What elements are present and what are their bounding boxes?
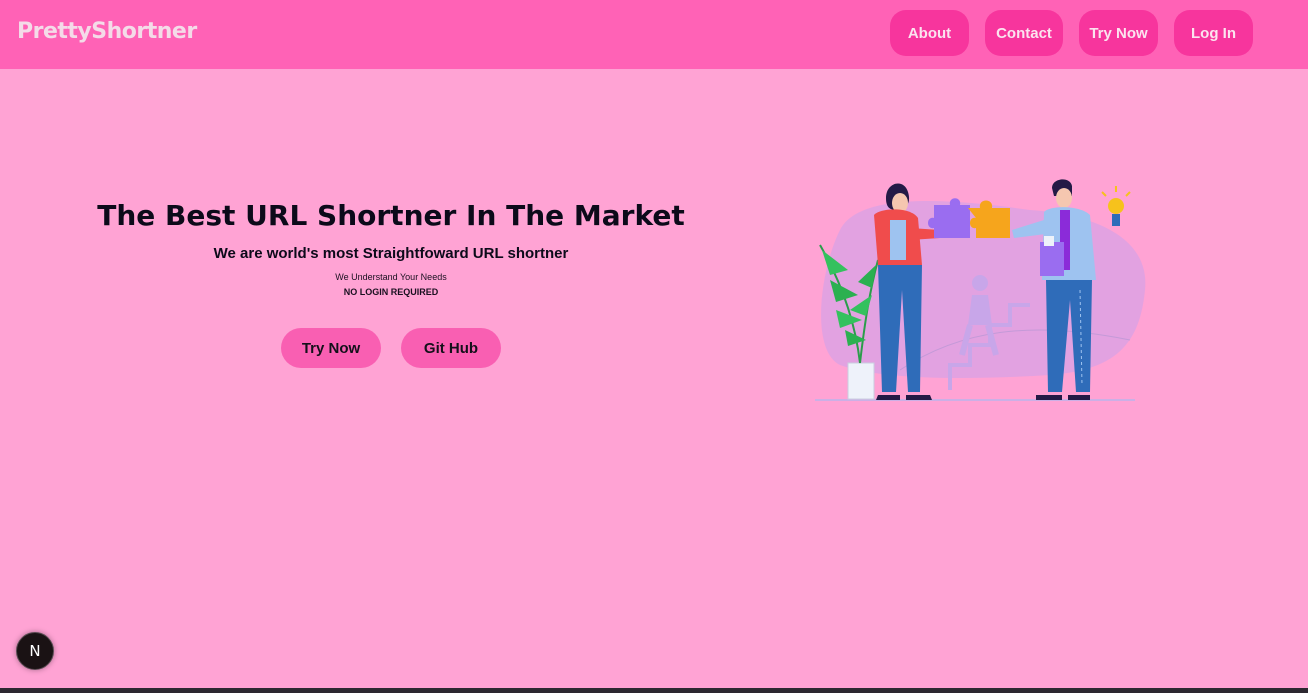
navbar: PrettyShortner About Contact Try Now Log… [0,0,1308,69]
teamwork-puzzle-illustration [815,179,1146,401]
brand-logo[interactable]: PrettyShortner [17,19,197,44]
github-button[interactable]: Git Hub [401,328,501,368]
hero-title: The Best URL Shortner In The Market [97,199,685,232]
nav-try-now-button[interactable]: Try Now [1079,10,1158,56]
hero-note: NO LOGIN REQUIRED [343,287,439,297]
nav-login-button[interactable]: Log In [1174,10,1253,56]
hero-tagline: We Understand Your Needs [335,272,447,282]
badge-letter: N [29,642,41,660]
window-bottom-edge [0,688,1308,693]
nav-contact-button[interactable]: Contact [985,10,1063,56]
nextjs-dev-badge[interactable]: N [16,632,54,670]
try-now-button[interactable]: Try Now [281,328,381,368]
nav-about-button[interactable]: About [890,10,969,56]
hero-subtitle: We are world's most Straightfoward URL s… [213,245,569,262]
